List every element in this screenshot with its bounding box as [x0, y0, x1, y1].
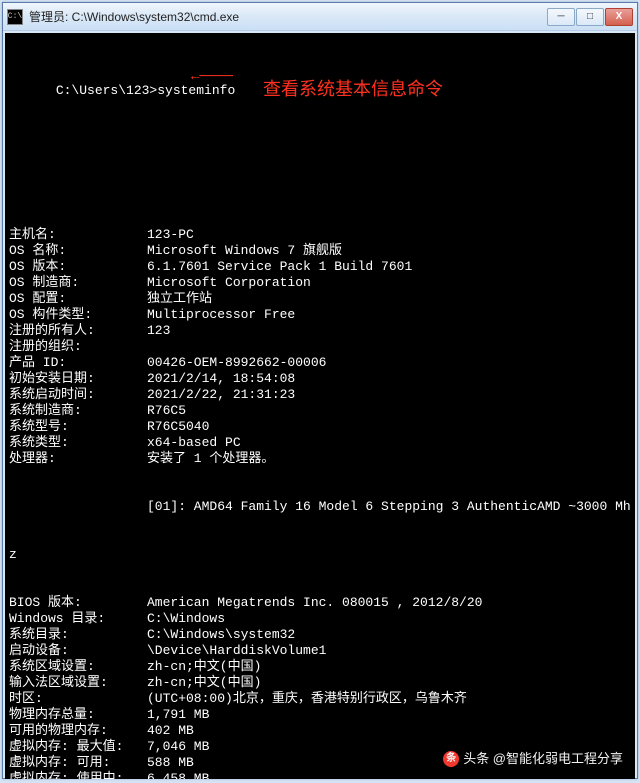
window-title: 管理员: C:\Windows\system32\cmd.exe: [29, 8, 547, 25]
info-row: OS 构件类型:Multiprocessor Free: [9, 307, 631, 323]
info-value: Multiprocessor Free: [147, 307, 631, 323]
watermark-text: 头条 @智能化弱电工程分享: [463, 751, 623, 767]
info-row: 虚拟内存: 使用中:6,458 MB: [9, 771, 631, 779]
info-row: 系统启动时间:2021/2/22, 21:31:23: [9, 387, 631, 403]
info-value: \Device\HarddiskVolume1: [147, 643, 631, 659]
info-label: OS 版本:: [9, 259, 147, 275]
info-row: 初始安装日期:2021/2/14, 18:54:08: [9, 371, 631, 387]
info-label: 主机名:: [9, 227, 147, 243]
info-value: (UTC+08:00)北京，重庆，香港特别行政区，乌鲁木齐: [147, 691, 631, 707]
info-row: 注册的所有人:123: [9, 323, 631, 339]
info-row: OS 配置:独立工作站: [9, 291, 631, 307]
info-row: BIOS 版本:American Megatrends Inc. 080015 …: [9, 595, 631, 611]
info-value: zh-cn;中文(中国): [147, 659, 631, 675]
info-row: 系统类型:x64-based PC: [9, 435, 631, 451]
info-value: zh-cn;中文(中国): [147, 675, 631, 691]
prompt-text: C:\Users\123>systeminfo: [56, 83, 235, 98]
info-value: 123-PC: [147, 227, 631, 243]
info-row: 主机名:123-PC: [9, 227, 631, 243]
info-value: Microsoft Corporation: [147, 275, 631, 291]
info-label: 系统区域设置:: [9, 659, 147, 675]
info-row: 注册的组织:: [9, 339, 631, 355]
info-row: OS 制造商:Microsoft Corporation: [9, 275, 631, 291]
maximize-button[interactable]: □: [576, 8, 604, 26]
info-label: 处理器:: [9, 451, 147, 467]
info-row: 系统目录:C:\Windows\system32: [9, 627, 631, 643]
info-value: [147, 339, 631, 355]
info-row: OS 版本:6.1.7601 Service Pack 1 Build 7601: [9, 259, 631, 275]
info-row: 产品 ID:00426-OEM-8992662-00006: [9, 355, 631, 371]
window-buttons: ─ □ X: [547, 8, 633, 26]
info-value: 独立工作站: [147, 291, 631, 307]
info-value: C:\Windows\system32: [147, 627, 631, 643]
info-row: 系统区域设置:zh-cn;中文(中国): [9, 659, 631, 675]
info-row: 处理器:安装了 1 个处理器。: [9, 451, 631, 467]
info-label: 可用的物理内存:: [9, 723, 147, 739]
terminal-output[interactable]: C:\Users\123>systeminfo ←──── 查看系统基本信息命令…: [5, 33, 635, 779]
watermark-icon: 条: [443, 751, 459, 767]
processor-detail: [01]: AMD64 Family 16 Model 6 Stepping 3…: [9, 499, 631, 515]
info-label: Windows 目录:: [9, 611, 147, 627]
info-value: 00426-OEM-8992662-00006: [147, 355, 631, 371]
info-row: 输入法区域设置:zh-cn;中文(中国): [9, 675, 631, 691]
info-row: 时区:(UTC+08:00)北京，重庆，香港特别行政区，乌鲁木齐: [9, 691, 631, 707]
info-value: 2021/2/22, 21:31:23: [147, 387, 631, 403]
minimize-button[interactable]: ─: [547, 8, 575, 26]
info-label: 系统类型:: [9, 435, 147, 451]
info-value: R76C5: [147, 403, 631, 419]
prompt-line: C:\Users\123>systeminfo ←──── 查看系统基本信息命令: [9, 67, 631, 147]
info-label: OS 制造商:: [9, 275, 147, 291]
info-row: 系统型号:R76C5040: [9, 419, 631, 435]
info-value: 安装了 1 个处理器。: [147, 451, 631, 467]
info-value: C:\Windows: [147, 611, 631, 627]
info-value: 1,791 MB: [147, 707, 631, 723]
info-value: 6,458 MB: [147, 771, 631, 779]
info-row: 系统制造商:R76C5: [9, 403, 631, 419]
info-label: OS 名称:: [9, 243, 147, 259]
info-value: American Megatrends Inc. 080015 , 2012/8…: [147, 595, 631, 611]
info-label: 系统型号:: [9, 419, 147, 435]
info-label: 系统启动时间:: [9, 387, 147, 403]
annotation-text: 查看系统基本信息命令: [263, 81, 443, 97]
info-label: 时区:: [9, 691, 147, 707]
info-label: 产品 ID:: [9, 355, 147, 371]
info-row: 启动设备:\Device\HarddiskVolume1: [9, 643, 631, 659]
info-value: 2021/2/14, 18:54:08: [147, 371, 631, 387]
cmd-icon: C:\: [7, 9, 23, 25]
info-row: 可用的物理内存:402 MB: [9, 723, 631, 739]
info-value: Microsoft Windows 7 旗舰版: [147, 243, 631, 259]
info-label: BIOS 版本:: [9, 595, 147, 611]
info-value: 402 MB: [147, 723, 631, 739]
info-label: 注册的所有人:: [9, 323, 147, 339]
info-label: 物理内存总量:: [9, 707, 147, 723]
info-label: 虚拟内存: 最大值:: [9, 739, 147, 755]
titlebar[interactable]: C:\ 管理员: C:\Windows\system32\cmd.exe ─ □…: [3, 3, 637, 31]
info-label: OS 配置:: [9, 291, 147, 307]
info-row: OS 名称:Microsoft Windows 7 旗舰版: [9, 243, 631, 259]
info-label: 启动设备:: [9, 643, 147, 659]
info-value: 6.1.7601 Service Pack 1 Build 7601: [147, 259, 631, 275]
info-value: x64-based PC: [147, 435, 631, 451]
info-label: 虚拟内存: 可用:: [9, 755, 147, 771]
watermark: 条 头条 @智能化弱电工程分享: [443, 751, 623, 767]
info-value: R76C5040: [147, 419, 631, 435]
info-label: 系统目录:: [9, 627, 147, 643]
text-line: z: [9, 547, 631, 563]
info-label: 系统制造商:: [9, 403, 147, 419]
info-row: Windows 目录:C:\Windows: [9, 611, 631, 627]
cmd-window: C:\ 管理员: C:\Windows\system32\cmd.exe ─ □…: [2, 2, 638, 779]
info-label: 初始安装日期:: [9, 371, 147, 387]
info-label: 输入法区域设置:: [9, 675, 147, 691]
close-button[interactable]: X: [605, 8, 633, 26]
info-label: OS 构件类型:: [9, 307, 147, 323]
info-value: 123: [147, 323, 631, 339]
info-label: 注册的组织:: [9, 339, 147, 355]
info-row: 物理内存总量:1,791 MB: [9, 707, 631, 723]
info-label: 虚拟内存: 使用中:: [9, 771, 147, 779]
